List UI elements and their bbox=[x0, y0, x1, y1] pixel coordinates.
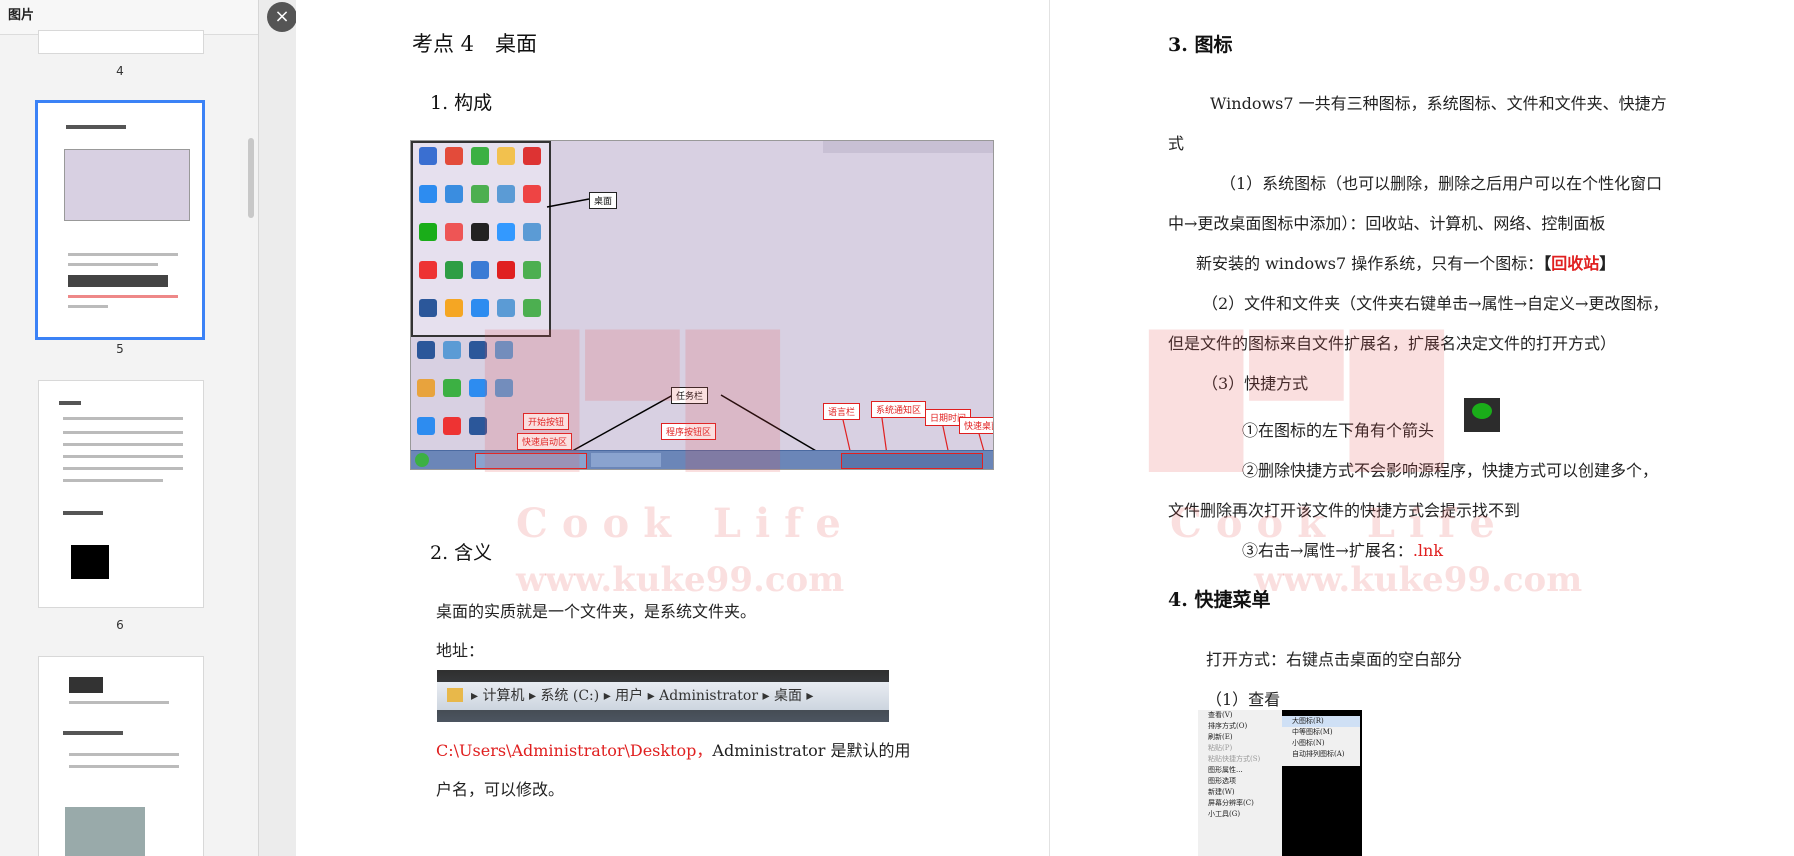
context-menu-screenshot: 查看(V) 排序方式(O) 刷新(E) 粘贴(P) 粘贴快捷方式(S) 图形属性… bbox=[1198, 710, 1362, 856]
menu-item: 屏幕分辨率(C) bbox=[1208, 799, 1254, 807]
sidebar-scrollbar[interactable] bbox=[248, 138, 254, 218]
paragraph: 式 bbox=[1168, 134, 1185, 153]
path-line: C:\Users\Administrator\Desktop，Administr… bbox=[436, 737, 911, 761]
thumbnail-page-number: 4 bbox=[116, 64, 124, 78]
meaning-text: 桌面的实质就是一个文件夹，是系统文件夹。 bbox=[436, 602, 757, 621]
menu-item: 图形属性... bbox=[1208, 766, 1243, 774]
address-label: 地址： bbox=[436, 641, 485, 660]
crumb-administrator: Administrator bbox=[659, 688, 759, 704]
path-description: Administrator 是默认的用 bbox=[712, 741, 911, 760]
document-page-left: 考点 4 桌面 1. 构成 桌面 任务栏 开始按钮 快速启动区 程序按钮区 语言… bbox=[296, 0, 1050, 856]
crumb-separator: ▸ bbox=[647, 688, 660, 704]
context-menu: 查看(V) 排序方式(O) 刷新(E) 粘贴(P) 粘贴快捷方式(S) 图形属性… bbox=[1198, 710, 1282, 856]
desktop-path: C:\Users\Administrator\Desktop， bbox=[436, 741, 713, 760]
paragraph: 新安装的 windows7 操作系统，只有一个图标：【回收站】 bbox=[1196, 250, 1615, 274]
callout-notify-area: 系统通知区 bbox=[871, 401, 927, 418]
start-orb-icon bbox=[415, 453, 429, 467]
watermark-text: Cook Life bbox=[1170, 500, 1509, 547]
wechat-icon bbox=[1472, 403, 1492, 419]
watermark-text: Cook Life bbox=[516, 500, 855, 547]
menu-item: 查看(V) bbox=[1208, 711, 1233, 719]
folder-icon bbox=[447, 688, 463, 702]
crumb-separator: ▸ bbox=[528, 688, 541, 704]
submenu-item: 中等图标(M) bbox=[1292, 728, 1333, 736]
view-submenu: 大图标(R) 中等图标(M) 小图标(N) 自动排列图标(A) bbox=[1282, 716, 1360, 766]
thumbnail-page-6[interactable] bbox=[38, 380, 204, 608]
thumbnail-page-7[interactable] bbox=[38, 656, 204, 856]
heading-meaning: 2. 含义 bbox=[430, 542, 493, 564]
paragraph: Windows7 一共有三种图标，系统图标、文件和文件夹、快捷方 bbox=[1210, 94, 1667, 113]
section-title: 考点 4 桌面 bbox=[412, 32, 538, 56]
paragraph: （1）系统图标（也可以删除，删除之后用户可以在个性化窗口 bbox=[1220, 174, 1663, 193]
thumbnail-page-number: 5 bbox=[116, 342, 124, 356]
watermark-url: www.kuke99.com bbox=[516, 560, 845, 600]
close-sidebar-button[interactable]: × bbox=[267, 2, 297, 32]
callout-language-bar: 语言栏 bbox=[823, 403, 861, 420]
crumb-drive: 系统 (C:) bbox=[540, 688, 600, 704]
menu-item: 刷新(E) bbox=[1208, 733, 1233, 741]
crumb-separator: ▸ bbox=[762, 688, 774, 704]
menu-item: 粘贴(P) bbox=[1208, 744, 1233, 752]
menu-item: 新建(W) bbox=[1208, 788, 1235, 796]
crumb-computer: 计算机 bbox=[482, 688, 525, 704]
crumb-separator: ▸ bbox=[471, 688, 483, 704]
crumb-separator: ▸ bbox=[806, 688, 814, 704]
thumbnail-page-number: 6 bbox=[116, 618, 124, 632]
thumbnail-sidebar: 图片 4 5 6 bbox=[0, 0, 259, 856]
thumbnail-page-5[interactable] bbox=[35, 100, 205, 340]
document-page-right: 3. 图标 Windows7 一共有三种图标，系统图标、文件和文件夹、快捷方 式… bbox=[1050, 0, 1794, 856]
thumbnail-page-4[interactable] bbox=[38, 30, 204, 54]
paragraph: （1）查看 bbox=[1206, 690, 1281, 709]
submenu-item: 大图标(R) bbox=[1282, 716, 1360, 727]
crumb-separator: ▸ bbox=[603, 688, 616, 704]
menu-item: 排序方式(O) bbox=[1208, 722, 1248, 730]
crumb-users: 用户 bbox=[615, 688, 644, 704]
paragraph: 打开方式：右键点击桌面的空白部分 bbox=[1206, 650, 1463, 669]
watermark-url: www.kuke99.com bbox=[1254, 560, 1583, 600]
paragraph: （2）文件和文件夹（文件夹右键单击→属性→自定义→更改图标， bbox=[1202, 294, 1669, 313]
menu-item: 粘贴快捷方式(S) bbox=[1208, 755, 1261, 763]
bracket-close: 】 bbox=[1599, 254, 1616, 273]
submenu-item: 自动排列图标(A) bbox=[1292, 750, 1345, 758]
taskbar-tray bbox=[841, 453, 983, 469]
heading-composition: 1. 构成 bbox=[430, 92, 493, 114]
wechat-shortcut-icon bbox=[1464, 398, 1500, 432]
paragraph: 中→更改桌面图标中添加）：回收站、计算机、网络、控制面板 bbox=[1168, 214, 1606, 233]
heading-icons: 3. 图标 bbox=[1168, 34, 1233, 56]
submenu-item: 小图标(N) bbox=[1292, 739, 1325, 747]
recycle-note: 新安装的 windows7 操作系统，只有一个图标： bbox=[1196, 254, 1544, 273]
crumb-desktop: 桌面 bbox=[773, 688, 802, 704]
callout-show-desktop: 快速桌面 bbox=[959, 417, 993, 434]
watermark-logo: █▀█ bbox=[1150, 330, 1451, 471]
path-description-cont: 户名，可以修改。 bbox=[436, 780, 565, 799]
address-bar-screenshot: ▸ 计算机 ▸ 系统 (C:) ▸ 用户 ▸ Administrator ▸ 桌… bbox=[437, 670, 889, 722]
recycle-bin-highlight: 回收站 bbox=[1551, 254, 1600, 273]
watermark-logo: █▀█ bbox=[486, 330, 787, 471]
callout-desktop: 桌面 bbox=[589, 192, 618, 209]
menu-item: 小工具(G) bbox=[1208, 810, 1241, 818]
address-breadcrumb: ▸ 计算机 ▸ 系统 (C:) ▸ 用户 ▸ Administrator ▸ 桌… bbox=[437, 682, 889, 710]
menu-item: 图形选项 bbox=[1208, 777, 1236, 785]
